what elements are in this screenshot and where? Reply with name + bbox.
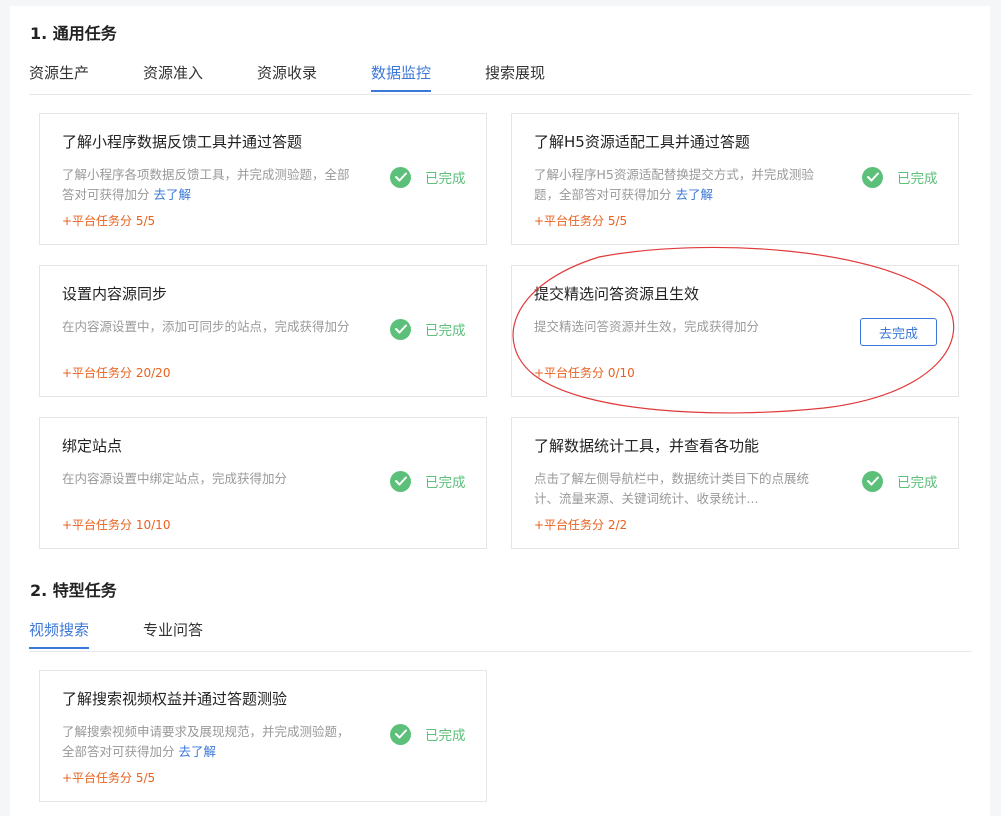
tab-data-monitoring[interactable]: 数据监控 <box>371 62 432 92</box>
status-completed: 已完成 <box>862 166 938 188</box>
task-score: +平台任务分 5/5 <box>62 771 156 785</box>
tab-professional-qa[interactable]: 专业问答 <box>143 619 203 648</box>
task-card-content-sync: 设置内容源同步 在内容源设置中，添加可同步的站点，完成获得加分 +平台任务分 2… <box>39 265 487 397</box>
task-title: 了解搜索视频权益并通过答题测验 <box>62 690 288 708</box>
task-description-text: 在内容源设置中，添加可同步的站点，完成获得加分 <box>62 319 350 334</box>
section-title-general: 1. 通用任务 <box>30 24 117 43</box>
task-card-video-rights: 了解搜索视频权益并通过答题测验 了解搜索视频申请要求及展现规范，并完成测验题，全… <box>39 670 487 802</box>
task-card-miniprogram-feedback: 了解小程序数据反馈工具并通过答题 了解小程序各项数据反馈工具，并完成测验题，全部… <box>39 113 487 245</box>
task-score: +平台任务分 2/2 <box>534 518 628 532</box>
task-score: +平台任务分 10/10 <box>62 518 171 532</box>
task-description: 在内容源设置中绑定站点，完成获得加分 <box>62 469 352 489</box>
status-completed: 已完成 <box>390 470 466 492</box>
task-description: 了解小程序H5资源适配替换提交方式，并完成测验题，全部答对可获得加分 去了解 <box>534 165 824 205</box>
task-score: +平台任务分 0/10 <box>534 366 635 380</box>
check-circle-icon <box>390 318 411 340</box>
tab-resource-indexing[interactable]: 资源收录 <box>257 62 317 91</box>
status-completed: 已完成 <box>390 166 466 188</box>
check-circle-icon <box>390 470 411 492</box>
task-card-bind-site: 绑定站点 在内容源设置中绑定站点，完成获得加分 +平台任务分 10/10 已完成 <box>39 417 487 549</box>
task-card-data-stats: 了解数据统计工具，并查看各功能 点击了解左侧导航栏中，数据统计类目下的点展统计、… <box>511 417 959 549</box>
task-description-text: 了解小程序H5资源适配替换提交方式，并完成测验题，全部答对可获得加分 <box>534 167 814 202</box>
task-description: 点击了解左侧导航栏中，数据统计类目下的点展统计、流量来源、关键词统计、收录统计.… <box>534 469 824 509</box>
status-label: 已完成 <box>425 728 466 744</box>
status-label: 已完成 <box>425 323 466 339</box>
status-completed: 已完成 <box>390 318 466 340</box>
task-title: 设置内容源同步 <box>62 285 168 303</box>
task-title: 了解数据统计工具，并查看各功能 <box>534 437 760 455</box>
learn-more-link[interactable]: 去了解 <box>676 187 714 202</box>
task-card-qa-resource: 提交精选问答资源且生效 提交精选问答资源并生效，完成获得加分 +平台任务分 0/… <box>511 265 959 397</box>
tab-video-search[interactable]: 视频搜索 <box>29 619 90 649</box>
learn-more-link[interactable]: 去了解 <box>179 744 217 759</box>
task-score: +平台任务分 20/20 <box>62 366 171 380</box>
special-task-tabs: 视频搜索 专业问答 <box>29 619 972 652</box>
status-completed: 已完成 <box>862 470 938 492</box>
tab-search-display[interactable]: 搜索展现 <box>485 62 545 91</box>
check-circle-icon <box>862 166 883 188</box>
check-circle-icon <box>862 470 883 492</box>
task-score: +平台任务分 5/5 <box>534 214 628 228</box>
status-label: 已完成 <box>897 475 938 491</box>
task-title: 了解小程序数据反馈工具并通过答题 <box>62 133 303 151</box>
check-circle-icon <box>390 723 411 745</box>
task-description: 了解搜索视频申请要求及展现规范，并完成测验题，全部答对可获得加分 去了解 <box>62 722 352 762</box>
task-title: 绑定站点 <box>62 437 123 455</box>
go-complete-button[interactable]: 去完成 <box>860 318 937 346</box>
task-description-text: 在内容源设置中绑定站点，完成获得加分 <box>62 471 288 486</box>
task-description-text: 提交精选问答资源并生效，完成获得加分 <box>534 319 760 334</box>
task-title: 提交精选问答资源且生效 <box>534 285 700 303</box>
status-label: 已完成 <box>425 475 466 491</box>
status-label: 已完成 <box>425 171 466 187</box>
tab-resource-access[interactable]: 资源准入 <box>143 62 203 91</box>
task-description: 提交精选问答资源并生效，完成获得加分 <box>534 317 854 337</box>
status-completed: 已完成 <box>390 723 466 745</box>
task-card-h5-adaptation: 了解H5资源适配工具并通过答题 了解小程序H5资源适配替换提交方式，并完成测验题… <box>511 113 959 245</box>
task-description-text: 点击了解左侧导航栏中，数据统计类目下的点展统计、流量来源、关键词统计、收录统计.… <box>534 471 810 506</box>
task-description-text: 了解小程序各项数据反馈工具，并完成测验题，全部答对可获得加分 <box>62 167 350 202</box>
task-description: 在内容源设置中，添加可同步的站点，完成获得加分 <box>62 317 352 337</box>
general-task-tabs: 资源生产 资源准入 资源收录 数据监控 搜索展现 <box>29 62 972 95</box>
section-title-special: 2. 特型任务 <box>30 581 117 600</box>
learn-more-link[interactable]: 去了解 <box>154 187 192 202</box>
task-title: 了解H5资源适配工具并通过答题 <box>534 133 750 151</box>
tab-resource-production[interactable]: 资源生产 <box>29 62 89 91</box>
status-label: 已完成 <box>897 171 938 187</box>
task-score: +平台任务分 5/5 <box>62 214 156 228</box>
task-description: 了解小程序各项数据反馈工具，并完成测验题，全部答对可获得加分 去了解 <box>62 165 352 205</box>
check-circle-icon <box>390 166 411 188</box>
